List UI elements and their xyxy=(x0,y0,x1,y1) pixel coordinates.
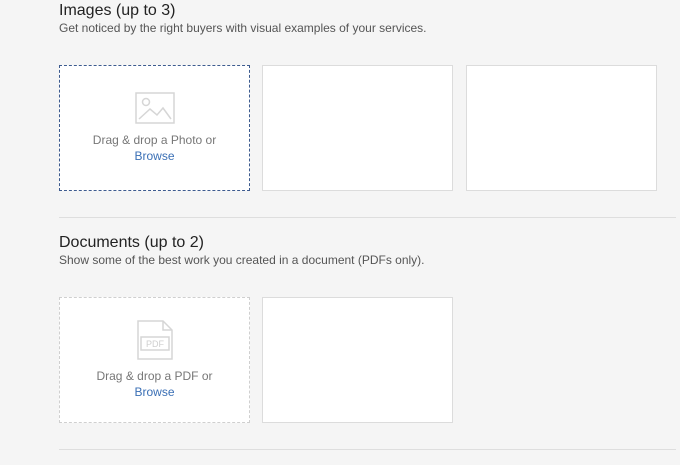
pdf-drop-content: PDF Drag & drop a PDF or Browse xyxy=(60,298,249,422)
pdf-drop-zone[interactable]: PDF Drag & drop a PDF or Browse xyxy=(59,297,250,423)
documents-section-title: Documents (up to 2) xyxy=(59,234,204,251)
image-browse-link[interactable]: Browse xyxy=(134,148,174,164)
document-slot-2 xyxy=(262,297,453,423)
image-slot-3 xyxy=(466,65,657,191)
images-section-title: Images (up to 3) xyxy=(59,2,176,19)
pdf-file-icon: PDF xyxy=(136,320,173,360)
image-icon xyxy=(134,92,175,124)
images-section-description: Get noticed by the right buyers with vis… xyxy=(59,21,427,35)
pdf-drop-text: Drag & drop a PDF or xyxy=(96,369,213,383)
section-divider xyxy=(59,217,676,218)
image-drop-text: Drag & drop a Photo or xyxy=(92,133,217,147)
image-drop-zone[interactable]: Drag & drop a Photo or Browse xyxy=(59,65,250,191)
image-drop-content: Drag & drop a Photo or Browse xyxy=(60,66,249,190)
pdf-browse-link[interactable]: Browse xyxy=(134,384,174,400)
gallery-upload-page: Images (up to 3) Get noticed by the righ… xyxy=(0,0,680,465)
documents-section-description: Show some of the best work you created i… xyxy=(59,253,425,267)
section-divider-bottom xyxy=(59,449,676,450)
pdf-icon-label: PDF xyxy=(146,339,165,349)
image-slot-2 xyxy=(262,65,453,191)
